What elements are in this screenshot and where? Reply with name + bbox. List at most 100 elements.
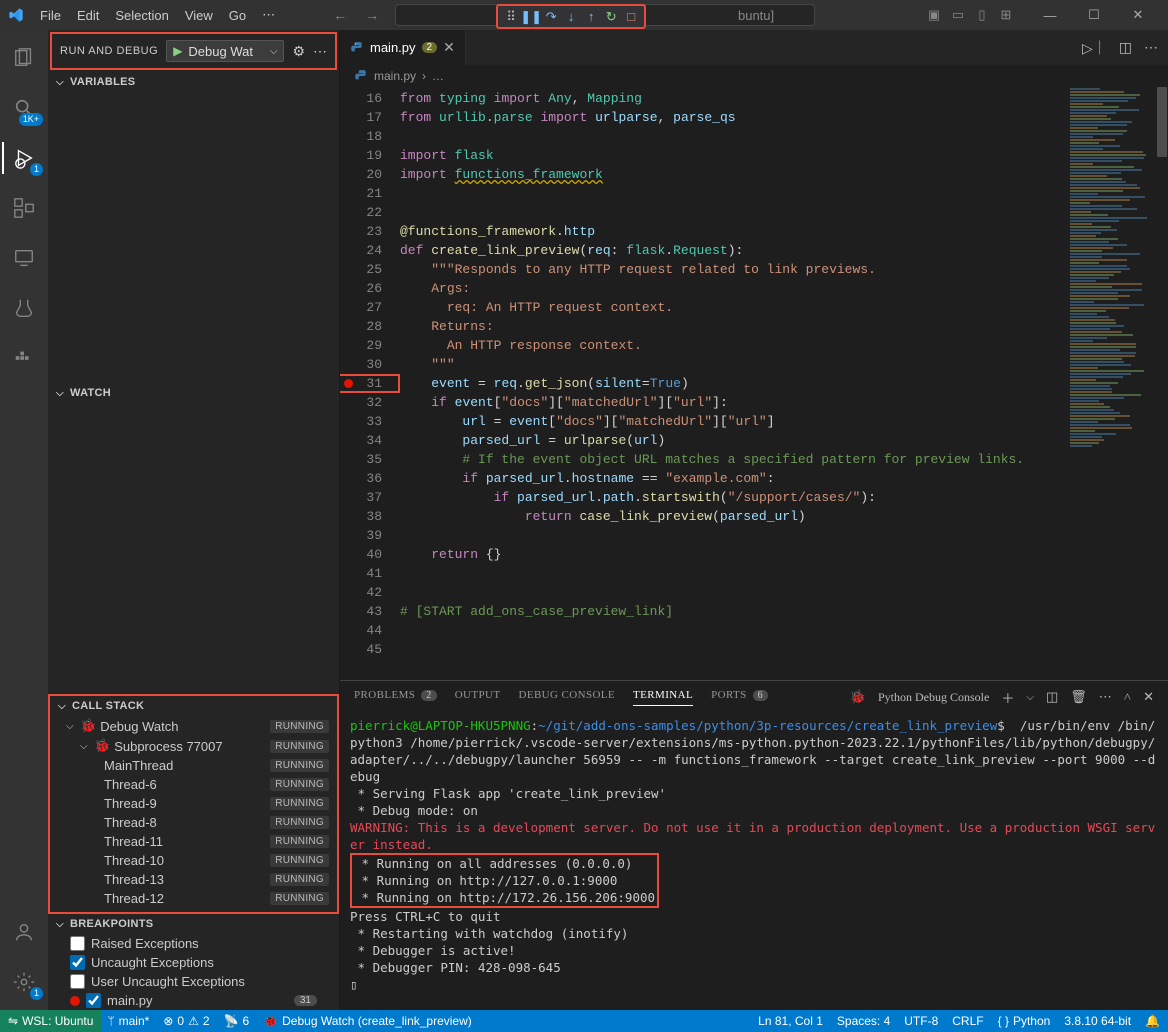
status-eol[interactable]: CRLF — [952, 1014, 983, 1028]
status-debug[interactable]: 🐞 Debug Watch (create_link_preview) — [263, 1014, 472, 1028]
remote-explorer-icon[interactable] — [2, 240, 46, 276]
status-python-version[interactable]: 3.8.10 64-bit — [1064, 1014, 1131, 1028]
watch-section-header[interactable]: ⌵WATCH — [48, 383, 339, 403]
callstack-highlight: ⌵CALL STACK ⌵🐞Debug WatchRUNNING ⌵🐞Subpr… — [48, 694, 339, 914]
layout-bottom-icon[interactable]: ▭ — [950, 7, 966, 23]
command-center-text: buntu] — [738, 8, 774, 23]
breadcrumb[interactable]: main.py › … — [340, 65, 1168, 87]
breakpoint-uncaught[interactable]: Uncaught Exceptions — [48, 953, 339, 972]
explorer-icon[interactable] — [2, 40, 46, 76]
callstack-thread[interactable]: MainThreadRUNNING — [50, 756, 337, 775]
menu-file[interactable]: File — [32, 4, 69, 27]
maximize-panel-icon[interactable]: ˄ — [1124, 689, 1131, 705]
panel-more-icon[interactable]: ⋯ — [1099, 689, 1112, 705]
testing-icon[interactable] — [2, 290, 46, 326]
callstack-thread[interactable]: Thread-9RUNNING — [50, 794, 337, 813]
terminal-running-highlight: * Running on all addresses (0.0.0.0) * R… — [350, 853, 659, 908]
tab-label: main.py — [370, 40, 416, 55]
variables-section-header[interactable]: ⌵VARIABLES — [48, 72, 339, 92]
debug-badge: 1 — [30, 163, 43, 176]
status-notifications-icon[interactable]: 🔔 — [1145, 1014, 1160, 1028]
more-icon[interactable]: ⋯ — [313, 43, 327, 60]
tab-terminal[interactable]: TERMINAL — [633, 689, 693, 706]
tab-main-py[interactable]: main.py 2 ✕ — [340, 30, 466, 65]
split-terminal-icon[interactable]: ◫ — [1046, 689, 1058, 705]
search-icon[interactable]: 1K+ — [2, 90, 46, 126]
tab-output[interactable]: OUTPUT — [455, 689, 501, 705]
layout-right-icon[interactable]: ▯ — [974, 7, 990, 23]
nav-forward-icon[interactable]: → — [365, 7, 379, 23]
accounts-icon[interactable] — [2, 914, 46, 950]
play-icon: ▶ — [173, 44, 182, 58]
callstack-thread[interactable]: Thread-6RUNNING — [50, 775, 337, 794]
callstack-thread[interactable]: Thread-12RUNNING — [50, 889, 337, 908]
window-minimize-icon[interactable]: — — [1028, 0, 1072, 30]
breakpoint-file[interactable]: main.py31 — [48, 991, 339, 1010]
editor-more-icon[interactable]: ⋯ — [1144, 39, 1158, 56]
status-spaces[interactable]: Spaces: 4 — [837, 1014, 890, 1028]
vscode-logo-icon — [8, 7, 24, 23]
pause-icon[interactable]: ❚❚ — [524, 10, 538, 24]
window-close-icon[interactable]: ✕ — [1116, 0, 1160, 30]
tab-problems[interactable]: PROBLEMS2 — [354, 689, 437, 705]
breakpoints-section-header[interactable]: ⌵BREAKPOINTS — [48, 914, 339, 934]
settings-icon[interactable]: 1 — [2, 964, 46, 1000]
split-editor-icon[interactable]: ◫ — [1119, 39, 1132, 56]
callstack-thread[interactable]: Thread-10RUNNING — [50, 851, 337, 870]
terminal-profile-icon[interactable]: 🐞 — [850, 689, 866, 705]
callstack-section-header[interactable]: ⌵CALL STACK — [50, 696, 337, 716]
breakpoint-raised[interactable]: Raised Exceptions — [48, 934, 339, 953]
layout-left-icon[interactable]: ▣ — [926, 7, 942, 23]
menu-go[interactable]: Go — [221, 4, 254, 27]
step-into-icon[interactable]: ↓ — [564, 10, 578, 24]
code-editor[interactable]: 1617181920212223242526272829303132333435… — [340, 87, 1168, 680]
run-debug-header: RUN AND DEBUG ▶ Debug Wat ⌵ ⚙ ⋯ — [50, 32, 337, 70]
tab-close-icon[interactable]: ✕ — [443, 39, 455, 56]
tab-ports[interactable]: PORTS6 — [711, 689, 768, 705]
stop-icon[interactable]: □ — [624, 10, 638, 24]
nav-back-icon[interactable]: ← — [333, 7, 347, 23]
status-branch[interactable]: ᛘ main* — [107, 1014, 149, 1028]
run-debug-icon[interactable]: 1 — [2, 140, 46, 176]
callstack-subprocess[interactable]: ⌵🐞Subprocess 77007RUNNING — [50, 736, 337, 756]
scrollbar[interactable] — [1156, 87, 1168, 680]
extensions-icon[interactable] — [2, 190, 46, 226]
panel: PROBLEMS2 OUTPUT DEBUG CONSOLE TERMINAL … — [340, 680, 1168, 1010]
restart-icon[interactable]: ↻ — [604, 10, 618, 24]
menu-more-icon[interactable]: ⋯ — [254, 7, 283, 23]
statusbar: ⇋ WSL: Ubuntu ᛘ main* ⊗ 0 ⚠ 2 📡 6 🐞 Debu… — [0, 1010, 1168, 1032]
run-file-icon[interactable]: ▷｜ — [1082, 38, 1107, 58]
callstack-thread[interactable]: Thread-13RUNNING — [50, 870, 337, 889]
gear-icon[interactable]: ⚙ — [292, 43, 305, 60]
status-encoding[interactable]: UTF-8 — [904, 1014, 938, 1028]
terminal-profile-label: Python Debug Console — [878, 690, 989, 705]
status-problems[interactable]: ⊗ 0 ⚠ 2 — [163, 1014, 209, 1028]
tab-debug-console[interactable]: DEBUG CONSOLE — [518, 689, 615, 705]
callstack-session[interactable]: ⌵🐞Debug WatchRUNNING — [50, 716, 337, 736]
status-language[interactable]: { } Python — [998, 1014, 1051, 1028]
status-remote[interactable]: ⇋ WSL: Ubuntu — [0, 1010, 101, 1032]
step-over-icon[interactable]: ↷ — [544, 10, 558, 24]
step-out-icon[interactable]: ↑ — [584, 10, 598, 24]
kill-terminal-icon[interactable]: 🗑 — [1070, 689, 1087, 705]
callstack-thread[interactable]: Thread-11RUNNING — [50, 832, 337, 851]
callstack-thread[interactable]: Thread-8RUNNING — [50, 813, 337, 832]
minimap[interactable] — [1066, 87, 1156, 680]
launch-config-select[interactable]: ▶ Debug Wat ⌵ — [166, 40, 284, 62]
command-center[interactable]: ⠿ ❚❚ ↷ ↓ ↑ ↻ □ buntu] — [395, 4, 815, 26]
menu-selection[interactable]: Selection — [107, 4, 176, 27]
editor-group: main.py 2 ✕ ▷｜ ◫ ⋯ main.py › … 161718192… — [340, 30, 1168, 1010]
drag-handle-icon[interactable]: ⠿ — [504, 10, 518, 24]
close-panel-icon[interactable]: ✕ — [1143, 689, 1154, 705]
terminal-body[interactable]: pierrick@LAPTOP-HKU5PNNG:~/git/add-ons-s… — [340, 713, 1168, 1010]
status-position[interactable]: Ln 81, Col 1 — [758, 1014, 823, 1028]
new-terminal-icon[interactable]: ＋ — [1001, 688, 1014, 707]
layout-customize-icon[interactable]: ⊞ — [998, 7, 1014, 23]
breakpoint-user-uncaught[interactable]: User Uncaught Exceptions — [48, 972, 339, 991]
docker-icon[interactable] — [2, 340, 46, 376]
menu-view[interactable]: View — [177, 4, 221, 27]
window-maximize-icon[interactable]: ☐ — [1072, 0, 1116, 30]
chevron-down-icon: ⌵ — [270, 46, 278, 57]
menu-edit[interactable]: Edit — [69, 4, 107, 27]
status-ports[interactable]: 📡 6 — [224, 1014, 250, 1028]
